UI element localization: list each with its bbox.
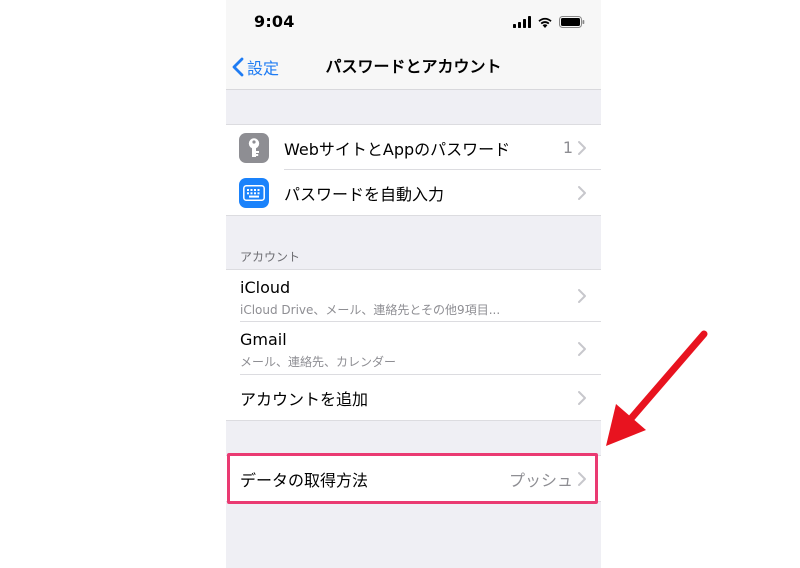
battery-icon — [559, 16, 585, 28]
status-bar: 9:04 — [226, 0, 601, 44]
account-subtitle: メール、連絡先、カレンダー — [240, 355, 397, 369]
add-account-label: アカウントを追加 — [240, 389, 369, 409]
passwords-group: WebサイトとAppのパスワード 1 パスワードを自動入力 — [226, 124, 601, 216]
account-subtitle: iCloud Drive、メール、連絡先とその他9項目... — [240, 303, 501, 317]
item-label: WebサイトとAppのパスワード — [284, 139, 511, 159]
annotation-arrow-icon — [606, 330, 708, 446]
cellular-signal-icon — [513, 16, 531, 28]
list-item-website-passwords[interactable]: WebサイトとAppのパスワード 1 — [226, 125, 601, 170]
list-item-icloud[interactable]: iCloud iCloud Drive、メール、連絡先とその他9項目... — [226, 270, 601, 322]
list-item-gmail[interactable]: Gmail メール、連絡先、カレンダー — [226, 322, 601, 375]
chevron-right-icon — [578, 140, 586, 155]
account-title: Gmail — [240, 330, 287, 349]
highlight-box — [227, 453, 598, 504]
list-item-add-account[interactable]: アカウントを追加 — [226, 375, 601, 420]
wifi-icon — [538, 17, 552, 28]
item-label: パスワードを自動入力 — [284, 184, 445, 204]
account-title: iCloud — [240, 278, 291, 297]
chevron-right-icon — [578, 341, 586, 356]
status-icons — [513, 15, 585, 29]
status-time: 9:04 — [254, 12, 295, 31]
accounts-group: iCloud iCloud Drive、メール、連絡先とその他9項目... Gm… — [226, 269, 601, 421]
navigation-bar: 設定 パスワードとアカウント — [226, 44, 601, 90]
list-item-autofill-passwords[interactable]: パスワードを自動入力 — [226, 170, 601, 215]
item-count: 1 — [562, 138, 573, 157]
chevron-right-icon — [578, 185, 586, 200]
keyboard-icon — [239, 177, 269, 208]
section-header-accounts: アカウント — [240, 250, 301, 264]
chevron-right-icon — [578, 289, 586, 303]
chevron-right-icon — [578, 390, 586, 405]
key-icon — [239, 132, 269, 163]
page-title: パスワードとアカウント — [325, 57, 502, 76]
